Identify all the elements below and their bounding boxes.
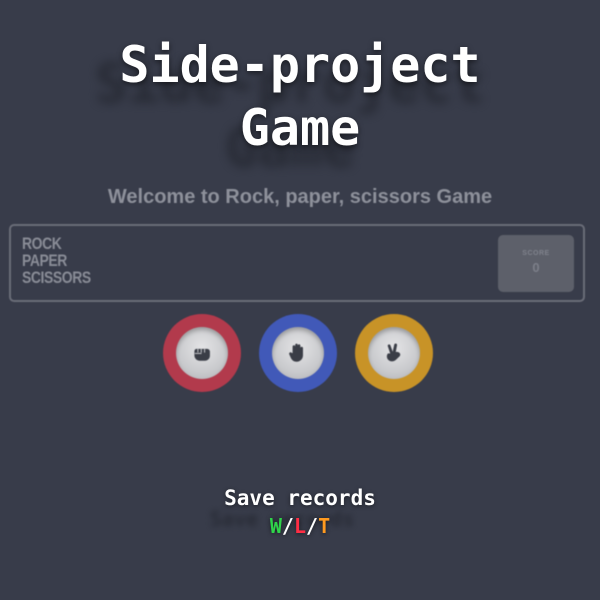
separator-1: / bbox=[281, 514, 294, 538]
score-value: 0 bbox=[532, 260, 540, 275]
game-logo: ROCK PAPER SCISSORS bbox=[22, 235, 91, 286]
game-header: ROCK PAPER SCISSORS SCORE 0 bbox=[9, 224, 585, 302]
scissors-button[interactable] bbox=[355, 314, 433, 392]
peace-hand-icon bbox=[386, 343, 401, 362]
open-hand-icon bbox=[289, 343, 303, 362]
save-records-label: Save records bbox=[224, 486, 376, 510]
choices-row bbox=[0, 314, 600, 394]
logo-line-paper: PAPER bbox=[22, 251, 67, 270]
rock-button[interactable] bbox=[163, 314, 241, 392]
paper-button[interactable] bbox=[259, 314, 337, 392]
separator-2: / bbox=[306, 514, 319, 538]
fist-icon bbox=[194, 348, 210, 361]
welcome-text: Welcome to Rock, paper, scissors Game bbox=[107, 186, 493, 208]
win-letter: W bbox=[269, 514, 282, 538]
page-title: Side-project Game bbox=[0, 34, 600, 160]
wlt-record: W/L/T bbox=[0, 512, 600, 540]
score-label: SCORE bbox=[522, 250, 550, 257]
score-box: SCORE 0 bbox=[498, 235, 574, 292]
logo-line-rock: ROCK bbox=[22, 234, 62, 253]
tie-letter: T bbox=[318, 514, 331, 538]
save-records: Save records W/L/T bbox=[0, 484, 600, 540]
loss-letter: L bbox=[293, 514, 307, 538]
logo-line-scissors: SCISSORS bbox=[22, 268, 91, 287]
title-line-1: Side-project bbox=[119, 36, 481, 94]
title-line-2: Game bbox=[239, 99, 361, 157]
